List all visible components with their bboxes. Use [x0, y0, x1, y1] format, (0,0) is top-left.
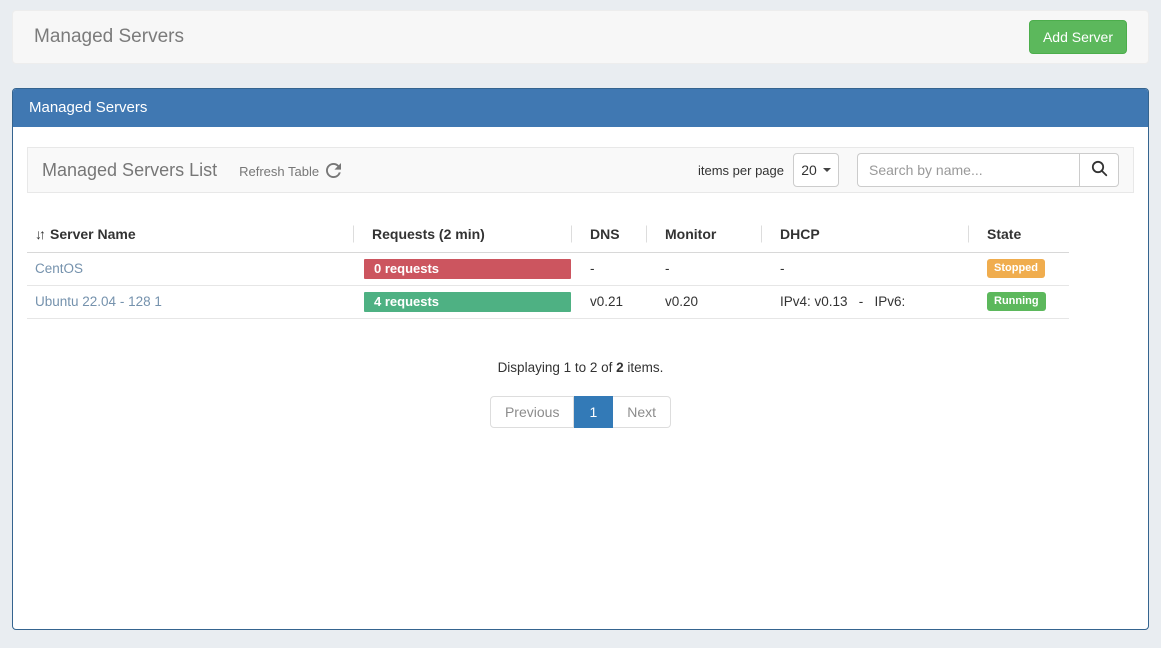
search-input[interactable] — [857, 153, 1079, 187]
search-icon — [1091, 160, 1108, 180]
column-label: DHCP — [780, 226, 820, 242]
list-title: Managed Servers List — [42, 160, 217, 181]
items-per-page-value: 20 — [801, 162, 817, 178]
monitor-cell: - — [657, 252, 772, 285]
displaying-suffix: items. — [624, 360, 664, 375]
column-header-state: State — [979, 216, 1069, 252]
panel-heading: Managed Servers — [13, 89, 1148, 127]
page-title: Managed Servers — [34, 26, 184, 48]
table-row: CentOS 0 requests - - - Stopped — [27, 252, 1069, 285]
items-per-page-label: items per page — [698, 163, 784, 178]
toolbar-left: Managed Servers List Refresh Table — [42, 160, 341, 181]
managed-servers-panel: Managed Servers Managed Servers List Ref… — [12, 88, 1149, 630]
column-header-monitor: Monitor — [657, 216, 772, 252]
refresh-icon — [326, 162, 341, 180]
pagination-page-1[interactable]: 1 — [574, 396, 613, 428]
pagination-next[interactable]: Next — [613, 396, 671, 428]
dhcp-cell: IPv4: v0.13 - IPv6: — [772, 285, 979, 318]
refresh-table-label: Refresh Table — [239, 164, 319, 179]
column-label: Monitor — [665, 226, 716, 242]
search-group — [857, 153, 1119, 187]
column-label: Requests (2 min) — [372, 226, 485, 242]
add-server-button[interactable]: Add Server — [1029, 20, 1127, 54]
panel-body: Managed Servers List Refresh Table items… — [13, 127, 1148, 428]
displaying-summary: Displaying 1 to 2 of 2 items. — [27, 360, 1134, 375]
state-badge: Running — [987, 292, 1046, 310]
monitor-cell: v0.20 — [657, 285, 772, 318]
items-per-page-select[interactable]: 20 — [793, 153, 839, 187]
toolbar-right: items per page 20 — [698, 153, 1119, 187]
column-label: DNS — [590, 226, 620, 242]
dns-cell: v0.21 — [582, 285, 657, 318]
table-header-row: ↓↑ Server Name Requests (2 min) DNS Monit… — [27, 216, 1069, 252]
servers-table: ↓↑ Server Name Requests (2 min) DNS Monit… — [27, 216, 1069, 319]
displaying-count: 2 — [616, 360, 624, 375]
column-header-requests: Requests (2 min) — [364, 216, 582, 252]
page-header: Managed Servers Add Server — [12, 10, 1149, 64]
pagination-previous[interactable]: Previous — [490, 396, 574, 428]
server-link-ubuntu[interactable]: Ubuntu 22.04 - 128 1 — [35, 294, 162, 309]
column-header-dns: DNS — [582, 216, 657, 252]
server-link-centos[interactable]: CentOS — [35, 261, 83, 276]
displaying-prefix: Displaying 1 to 2 of — [498, 360, 617, 375]
sort-icon: ↓↑ — [35, 226, 43, 242]
dhcp-cell: - — [772, 252, 979, 285]
requests-bar: 0 requests — [364, 259, 571, 279]
column-label: Server Name — [50, 226, 136, 242]
caret-down-icon — [823, 168, 831, 172]
pagination: Previous 1 Next — [27, 396, 1134, 428]
state-badge: Stopped — [987, 259, 1045, 277]
refresh-table-button[interactable]: Refresh Table — [239, 162, 341, 180]
table-row: Ubuntu 22.04 - 128 1 4 requests v0.21 v0… — [27, 285, 1069, 318]
requests-bar: 4 requests — [364, 292, 571, 312]
column-label: State — [987, 226, 1021, 242]
column-header-dhcp: DHCP — [772, 216, 979, 252]
list-toolbar: Managed Servers List Refresh Table items… — [27, 147, 1134, 193]
dns-cell: - — [582, 252, 657, 285]
search-button[interactable] — [1079, 153, 1119, 187]
column-header-server-name[interactable]: ↓↑ Server Name — [27, 216, 364, 252]
